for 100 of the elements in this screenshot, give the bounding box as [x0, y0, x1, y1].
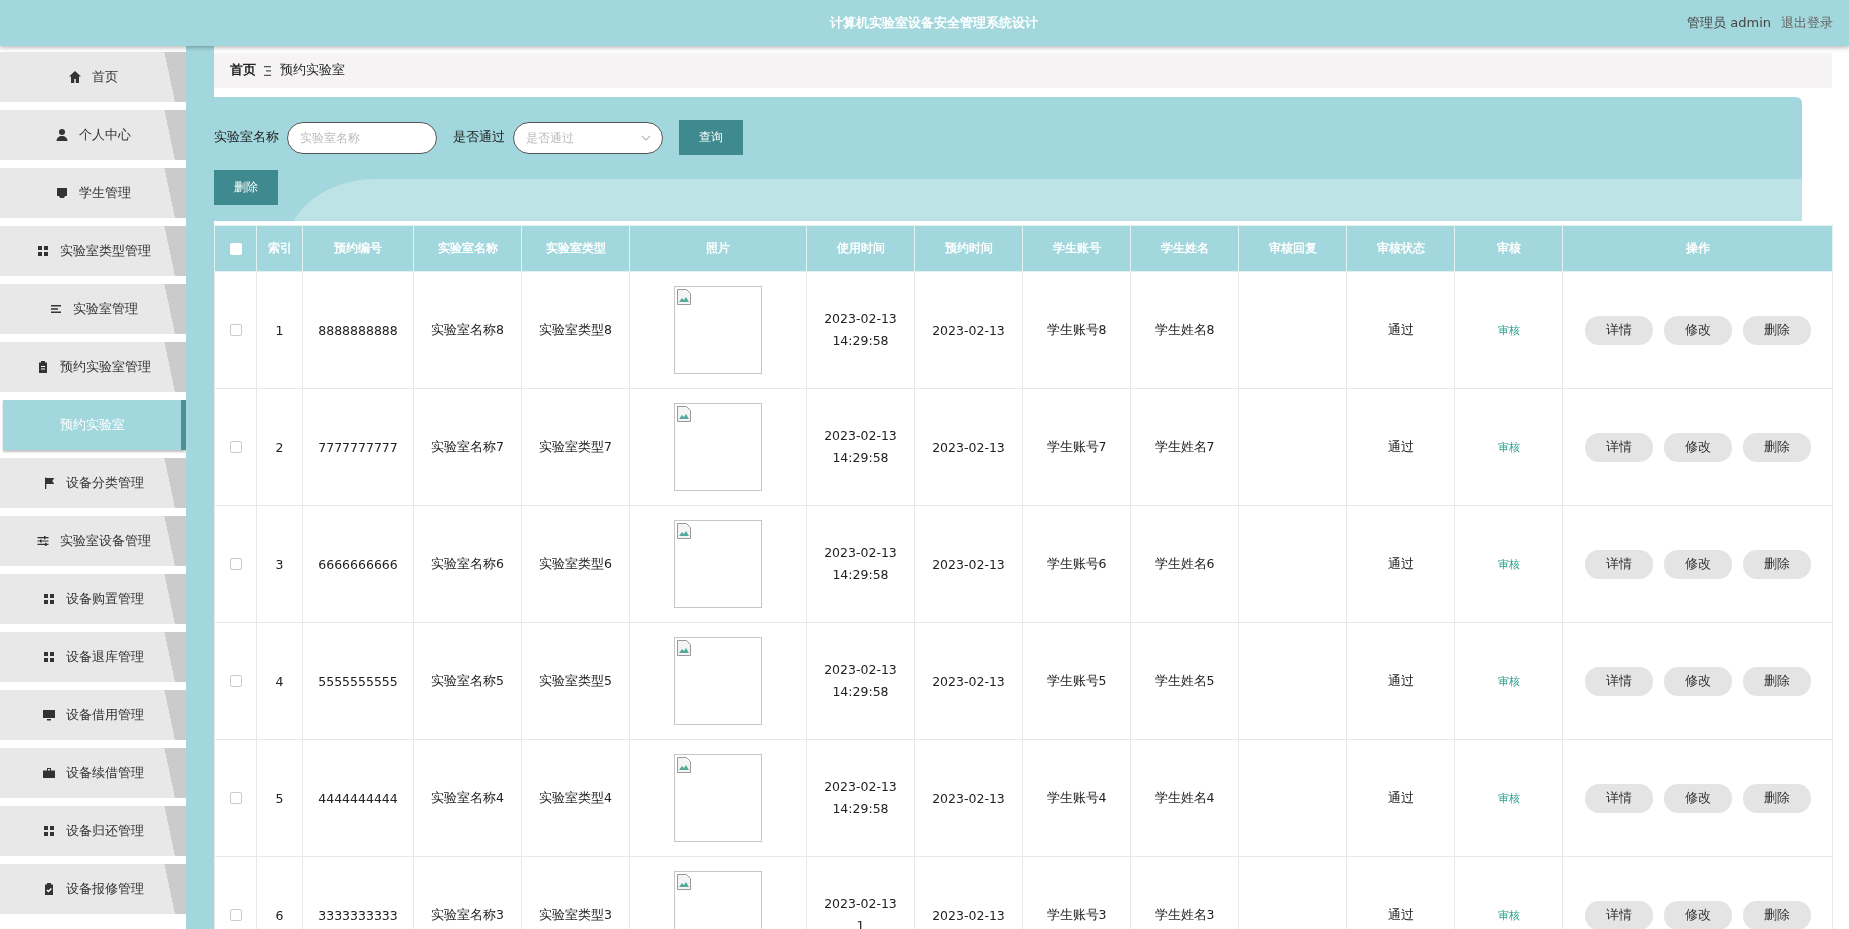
action-button[interactable]: 删除 [1742, 432, 1811, 462]
action-button[interactable]: 详情 [1584, 432, 1653, 462]
table-cell-text: 2023-02-13 [932, 322, 1005, 338]
field-label: 是否通过 [453, 129, 505, 146]
query-button[interactable]: 查询 [679, 120, 743, 155]
grid-icon [42, 592, 56, 606]
table-cell-text: 实验室类型3 [539, 906, 612, 922]
home-icon [68, 70, 82, 84]
flag-icon [42, 476, 56, 490]
person-icon [55, 128, 69, 142]
grid-icon [35, 244, 50, 258]
sidebar-item[interactable]: 设备报修管理 [0, 864, 186, 914]
field-label: 实验室名称 [214, 129, 279, 146]
checkbox[interactable] [229, 558, 242, 570]
action-button[interactable]: 修改 [1663, 666, 1732, 696]
select-field[interactable]: 是否通过 [513, 121, 663, 154]
sidebar-item[interactable]: 设备借用管理 [0, 690, 186, 740]
action-button[interactable]: 删除 [1742, 783, 1811, 813]
checkbox[interactable] [229, 792, 242, 804]
table-cell-text: 2023-02-13 [932, 556, 1005, 572]
sidebar-item[interactable]: 设备退库管理 [0, 632, 186, 682]
checkbox[interactable] [229, 675, 242, 687]
chevron-down-icon [641, 134, 651, 141]
table-cell-text: 学生姓名3 [1154, 906, 1215, 922]
sidebar-item[interactable]: 实验室管理 [0, 284, 186, 334]
sidebar-item[interactable]: 学生管理 [0, 168, 186, 218]
table-cell-text: 2023-02-13 [932, 673, 1005, 689]
column-header: 审核回复 [1268, 241, 1317, 255]
checkbox[interactable] [229, 909, 242, 921]
sliders-icon [35, 534, 50, 548]
action-button[interactable]: 详情 [1584, 900, 1653, 929]
action-button[interactable]: 详情 [1584, 315, 1653, 345]
table-cell-text: 学生账号5 [1046, 672, 1107, 688]
sidebar-item[interactable]: 设备归还管理 [0, 806, 186, 856]
table-cell-text: 2023-02-13 [932, 439, 1005, 455]
breadcrumb-current: 预约实验室 [280, 62, 345, 79]
table-cell-text: 学生姓名6 [1154, 555, 1215, 571]
column-header: 预约时间 [944, 241, 993, 255]
sidebar-item[interactable]: 实验室类型管理 [0, 226, 186, 276]
broken-image-icon [677, 289, 691, 305]
table-cell-text: 通过 [1387, 555, 1414, 571]
table-cell-text: 2023-02-13 14:29:58 [823, 310, 898, 350]
sidebar-item[interactable]: 设备购置管理 [0, 574, 186, 624]
sidebar-item[interactable]: 实验室设备管理 [0, 516, 186, 566]
briefcase-icon [42, 766, 56, 780]
table-cell-text: 学生姓名8 [1154, 321, 1215, 337]
table-cell-text: 5555555555 [318, 673, 398, 689]
action-button[interactable]: 修改 [1663, 315, 1732, 345]
broken-image-icon [677, 874, 691, 890]
action-button[interactable]: 删除 [1742, 900, 1811, 929]
table-cell-text: 2023-02-13 14:29:58 [823, 778, 898, 818]
separator-icon [264, 65, 272, 76]
grid-icon [42, 650, 56, 664]
table-cell-text: 2023-02-13 14:29:58 [823, 661, 898, 701]
action-button[interactable]: 删除 [1742, 315, 1811, 345]
table-cell-text: 学生账号3 [1046, 906, 1107, 922]
logout-link[interactable]: 退出登录 [1781, 14, 1833, 32]
action-button[interactable]: 详情 [1584, 666, 1653, 696]
table-cell-text: 2023-02-13 [932, 907, 1005, 923]
action-button[interactable]: 修改 [1663, 900, 1732, 929]
column-header: 使用时间 [836, 241, 885, 255]
sidebar-item[interactable]: 个人中心 [0, 110, 186, 160]
column-header: 审核状态 [1376, 241, 1425, 255]
table-cell-text: 1 [275, 322, 284, 338]
table-cell-text: 4 [275, 673, 284, 689]
sidebar-item[interactable]: 首页 [0, 52, 186, 102]
table-cell-text: 学生姓名7 [1154, 438, 1215, 454]
sidebar-item[interactable]: 预约实验室管理 [0, 342, 186, 392]
action-button[interactable]: 删除 [1742, 549, 1811, 579]
grid-icon [42, 824, 56, 838]
table-cell-text: 学生账号8 [1046, 321, 1107, 337]
action-button[interactable]: 详情 [1584, 783, 1653, 813]
sidebar-item[interactable]: 设备续借管理 [0, 748, 186, 798]
delete-button[interactable]: 删除 [214, 170, 278, 205]
checkbox[interactable] [229, 441, 242, 453]
table-cell-text: 实验室名称3 [431, 906, 504, 922]
table-cell-text: 实验室名称8 [431, 321, 504, 337]
table-cell-text: 实验室类型8 [539, 321, 612, 337]
action-button[interactable]: 修改 [1663, 432, 1732, 462]
column-header: 审核 [1496, 241, 1521, 255]
action-button[interactable]: 详情 [1584, 549, 1653, 579]
table-cell-text: 3333333333 [318, 907, 398, 923]
table-cell-text: 6 [275, 907, 284, 923]
table-cell-text: 实验室类型6 [539, 555, 612, 571]
column-header: 实验室类型 [545, 241, 606, 255]
checkbox[interactable] [229, 242, 242, 255]
tray-icon [55, 186, 69, 200]
breadcrumb-link[interactable]: 首页 [230, 62, 256, 79]
broken-image-icon [677, 523, 691, 539]
table-cell-text: 6666666666 [318, 556, 398, 572]
checkbox[interactable] [229, 324, 242, 336]
action-button[interactable]: 删除 [1742, 666, 1811, 696]
input-field[interactable]: 实验室名称 [287, 121, 437, 154]
action-button[interactable]: 修改 [1663, 549, 1732, 579]
table-cell-text: 8888888888 [318, 322, 398, 338]
broken-image-icon [677, 757, 691, 773]
action-button[interactable]: 修改 [1663, 783, 1732, 813]
table-cell-text: 学生账号7 [1046, 438, 1107, 454]
sidebar-item[interactable]: 设备分类管理 [0, 458, 186, 508]
table-cell-text: 学生账号4 [1046, 789, 1107, 805]
